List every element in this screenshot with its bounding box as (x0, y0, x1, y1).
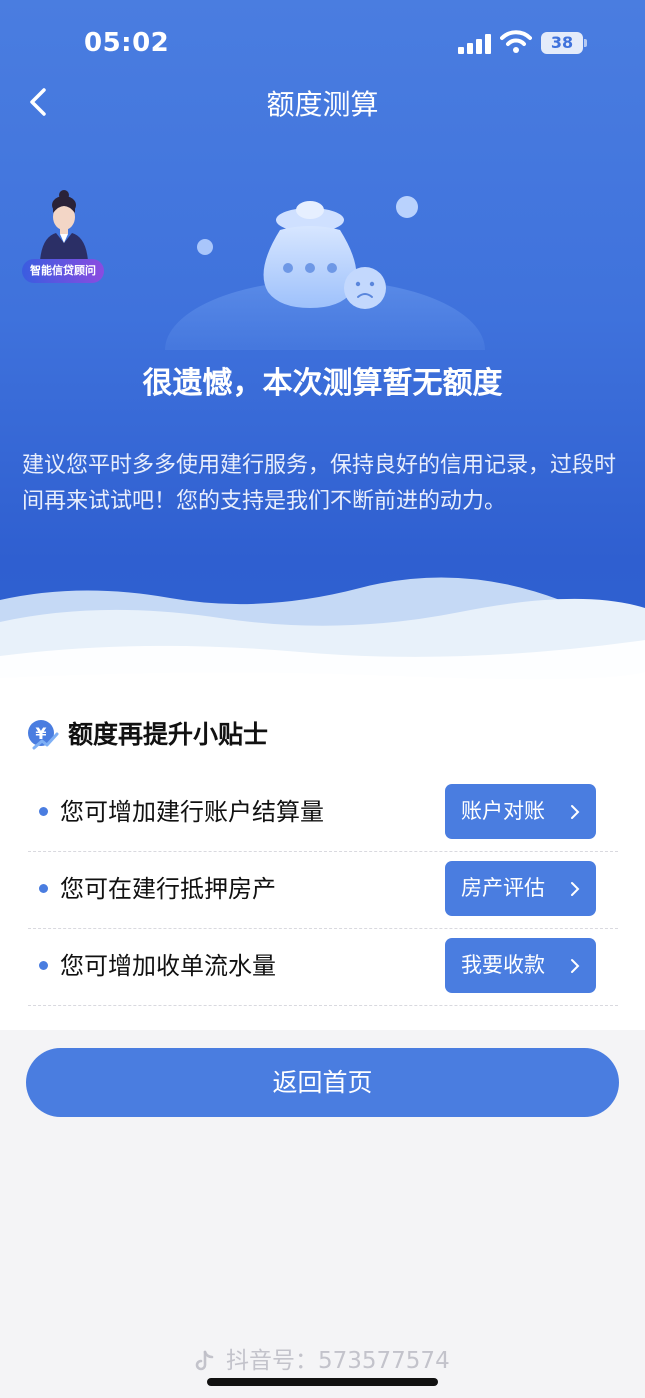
wifi-icon (500, 30, 532, 53)
money-bag-sad-illustration (165, 196, 485, 350)
battery-icon: 38 (541, 32, 587, 54)
result-title: 很遗憾，本次测算暂无额度 (142, 366, 503, 401)
tip-row-mortgage-property: 您可在建行抵押房产 房产评估 (28, 852, 618, 929)
advisor-label: 智能信贷顾问 (22, 259, 104, 283)
wave-decoration (0, 577, 645, 700)
tip-text: 您可在建行抵押房产 (60, 875, 276, 903)
douyin-logo-icon (195, 1350, 214, 1371)
douyin-watermark: 抖音号：573577574 (192, 1344, 462, 1378)
status-time: 05:02 (84, 28, 170, 58)
hero-section: 05:02 38 额度测算 智能信贷顾问 很遗憾，本次测算暂无额度 建议您平时多… (0, 0, 645, 700)
page-title: 额度测算 (266, 88, 379, 121)
status-bar: 05:02 38 (0, 0, 645, 80)
cellular-signal-icon (458, 34, 492, 54)
home-indicator[interactable] (207, 1378, 438, 1386)
tip-text: 您可增加收单流水量 (60, 952, 276, 980)
button-label: 房产评估 (461, 876, 545, 900)
tips-card: ¥ 额度再提升小贴士 您可增加建行账户结算量 账户对账 您可在建行抵押房产 房产… (0, 690, 645, 1030)
collect-payment-button[interactable]: 我要收款 (445, 938, 596, 993)
tip-row-account-settlement: 您可增加建行账户结算量 账户对账 (28, 775, 618, 852)
chevron-right-icon (571, 959, 580, 973)
result-description: 建议您平时多多使用建行服务，保持良好的信用记录，过段时间再来试试吧！您的支持是我… (22, 453, 617, 514)
chevron-right-icon (571, 882, 580, 896)
yen-growth-icon: ¥ (28, 720, 59, 750)
tip-row-merchant-flow: 您可增加收单流水量 我要收款 (28, 929, 618, 1006)
account-reconcile-button[interactable]: 账户对账 (445, 784, 596, 839)
tip-text: 您可增加建行账户结算量 (60, 798, 324, 826)
tips-title: 额度再提升小贴士 (68, 720, 269, 749)
bullet-dot (39, 807, 48, 816)
property-valuation-button[interactable]: 房产评估 (445, 861, 596, 916)
battery-level: 38 (541, 32, 583, 54)
bullet-dot (39, 884, 48, 893)
nav-bar: 额度测算 (0, 76, 645, 126)
bullet-dot (39, 961, 48, 970)
smart-advisor-button[interactable]: 智能信贷顾问 (22, 185, 106, 285)
button-label: 我要收款 (461, 953, 545, 977)
return-home-button[interactable]: 返回首页 (26, 1048, 619, 1117)
watermark-text: 抖音号：573577574 (226, 1348, 450, 1374)
advisor-avatar (40, 190, 88, 261)
button-label: 账户对账 (461, 799, 545, 823)
chevron-right-icon (571, 805, 580, 819)
